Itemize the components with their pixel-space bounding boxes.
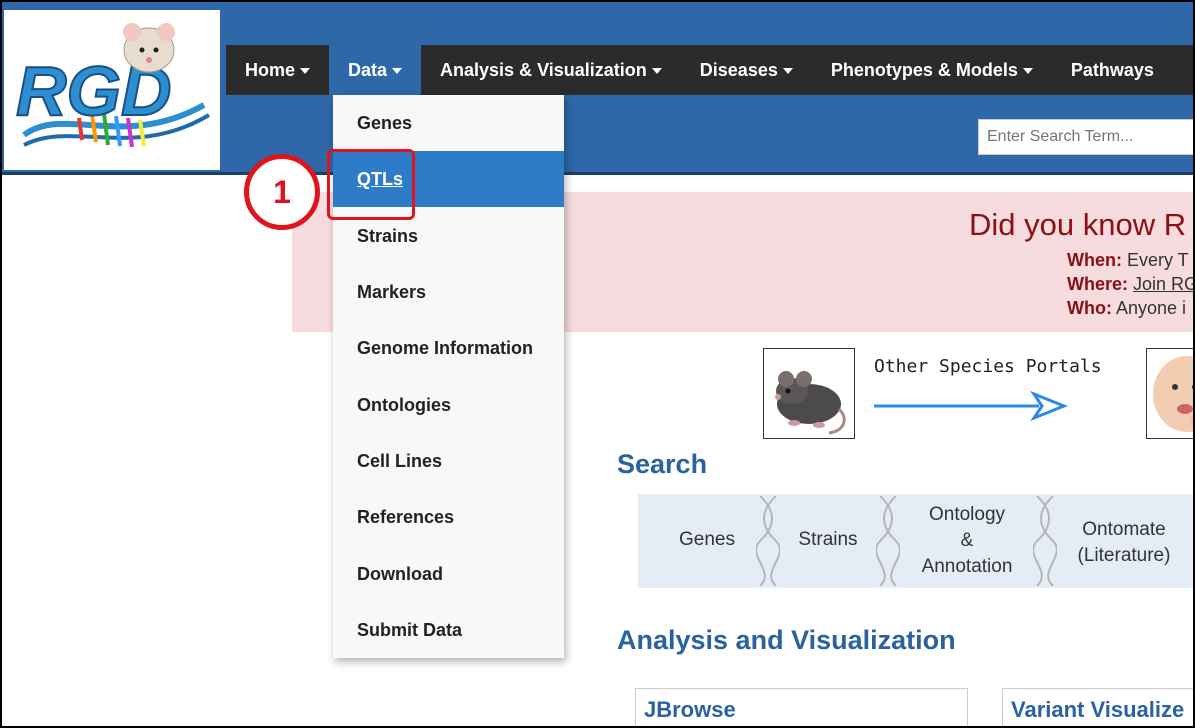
analysis-section-title: Analysis and Visualization xyxy=(617,625,956,655)
dyk-who: Who: Anyone i xyxy=(1067,298,1186,319)
dyk-when: When: Every T xyxy=(1067,250,1189,271)
menu-item-ontologies[interactable]: Ontologies xyxy=(333,377,564,433)
nav-data[interactable]: Data xyxy=(329,45,422,95)
search-input[interactable] xyxy=(978,119,1193,155)
header-divider xyxy=(2,172,1193,175)
caret-down-icon xyxy=(782,68,793,74)
menu-item-submit-data[interactable]: Submit Data xyxy=(333,602,564,658)
step-number-badge: 1 xyxy=(244,154,320,230)
did-you-know-title: Did you know R xyxy=(969,207,1187,242)
nav-analysis-label: Analysis & Visualization xyxy=(440,59,647,80)
nav-pathways-label: Pathways xyxy=(1070,59,1154,80)
nav-home[interactable]: Home xyxy=(226,45,329,95)
nav-analysis-visualization[interactable]: Analysis & Visualization xyxy=(421,45,681,95)
rgd-logo-icon: RGD xyxy=(15,23,211,148)
search-strains[interactable]: Strains xyxy=(790,527,866,553)
arrow-right-icon xyxy=(874,390,1069,422)
caret-down-icon xyxy=(1022,68,1033,74)
dyk-who-value: Anyone i xyxy=(1111,298,1187,318)
menu-item-markers[interactable]: Markers xyxy=(333,264,564,320)
variant-visualizer-title[interactable]: Variant Visualize xyxy=(1011,697,1184,723)
dyk-when-value: Every T xyxy=(1121,250,1189,270)
nav-data-label: Data xyxy=(348,59,388,80)
menu-item-genes[interactable]: Genes xyxy=(333,95,564,151)
nav-phenotypes-models[interactable]: Phenotypes & Models xyxy=(812,45,1052,95)
rat-icon xyxy=(775,371,846,435)
jbrowse-title[interactable]: JBrowse xyxy=(644,697,736,723)
human-portal-image[interactable] xyxy=(1146,348,1193,439)
nav-pathways[interactable]: Pathways xyxy=(1052,45,1173,95)
caret-down-icon xyxy=(392,68,403,74)
caret-down-icon xyxy=(651,68,662,74)
nav-diseases-label: Diseases xyxy=(699,59,778,80)
baby-icon xyxy=(1153,356,1193,432)
dyk-who-label: Who: xyxy=(1067,298,1112,318)
browser-frame: RGD Home Data Analysis & Visualization D… xyxy=(0,0,1195,728)
rgd-logo[interactable]: RGD xyxy=(4,10,220,170)
dyk-when-label: When: xyxy=(1067,250,1122,270)
dyk-where-label: Where: xyxy=(1067,274,1129,294)
rat-portal-image[interactable] xyxy=(763,348,855,439)
nav-phenotypes-label: Phenotypes & Models xyxy=(830,59,1018,80)
main-navbar: Home Data Analysis & Visualization Disea… xyxy=(226,45,1193,95)
menu-item-references[interactable]: References xyxy=(333,489,564,545)
search-section-title: Search xyxy=(617,449,708,479)
caret-down-icon xyxy=(300,68,311,74)
step-highlight-box xyxy=(327,149,415,220)
menu-item-download[interactable]: Download xyxy=(333,546,564,602)
menu-item-genome-information[interactable]: Genome Information xyxy=(333,320,564,376)
menu-item-cell-lines[interactable]: Cell Lines xyxy=(333,433,564,489)
search-genes[interactable]: Genes xyxy=(670,527,744,553)
dna-divider-icon xyxy=(756,496,780,586)
nav-diseases[interactable]: Diseases xyxy=(681,45,812,95)
nav-home-label: Home xyxy=(245,59,296,80)
search-ontology-annotation[interactable]: Ontology & Annotation xyxy=(910,502,1024,580)
dyk-join-link[interactable]: Join RG xyxy=(1133,274,1193,294)
species-portals-label: Other Species Portals xyxy=(874,356,1102,377)
dyk-where: Where: Join RG xyxy=(1067,274,1193,295)
dna-divider-icon xyxy=(876,496,900,586)
search-ontomate[interactable]: Ontomate (Literature) xyxy=(1068,517,1180,569)
dna-divider-icon xyxy=(1033,496,1057,586)
